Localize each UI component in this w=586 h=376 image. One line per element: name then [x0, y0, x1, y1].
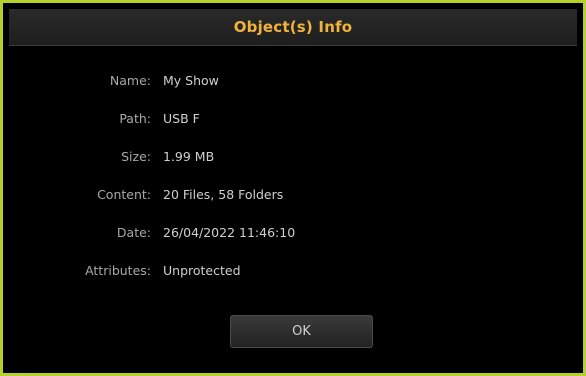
info-row-path: Path: USB F [3, 108, 200, 128]
name-label: Name: [109, 72, 151, 88]
size-value: 1.99 MB [163, 148, 215, 164]
dialog-title: Object(s) Info [233, 18, 353, 36]
info-row-name: Name: My Show [3, 70, 219, 90]
dialog-title-bar: Object(s) Info [9, 9, 577, 46]
path-value: USB F [163, 110, 200, 126]
attributes-value: Unprotected [163, 262, 241, 278]
info-row-date: Date: 26/04/2022 11:46:10 [3, 222, 295, 242]
date-label: Date: [116, 224, 151, 240]
attributes-label: Attributes: [85, 262, 151, 278]
info-row-attributes: Attributes: Unprotected [3, 260, 241, 280]
info-row-size: Size: 1.99 MB [3, 146, 214, 166]
date-value: 26/04/2022 11:46:10 [163, 224, 296, 240]
name-value: My Show [163, 72, 219, 88]
content-value: 20 Files, 58 Folders [163, 186, 284, 202]
object-info-dialog: Object(s) Info Name: My Show Path: USB F… [0, 0, 586, 376]
info-row-content: Content: 20 Files, 58 Folders [3, 184, 283, 204]
ok-button-label: OK [292, 324, 311, 339]
path-label: Path: [119, 110, 151, 126]
ok-button[interactable]: OK [230, 315, 373, 348]
size-label: Size: [121, 148, 151, 164]
content-label: Content: [97, 186, 151, 202]
